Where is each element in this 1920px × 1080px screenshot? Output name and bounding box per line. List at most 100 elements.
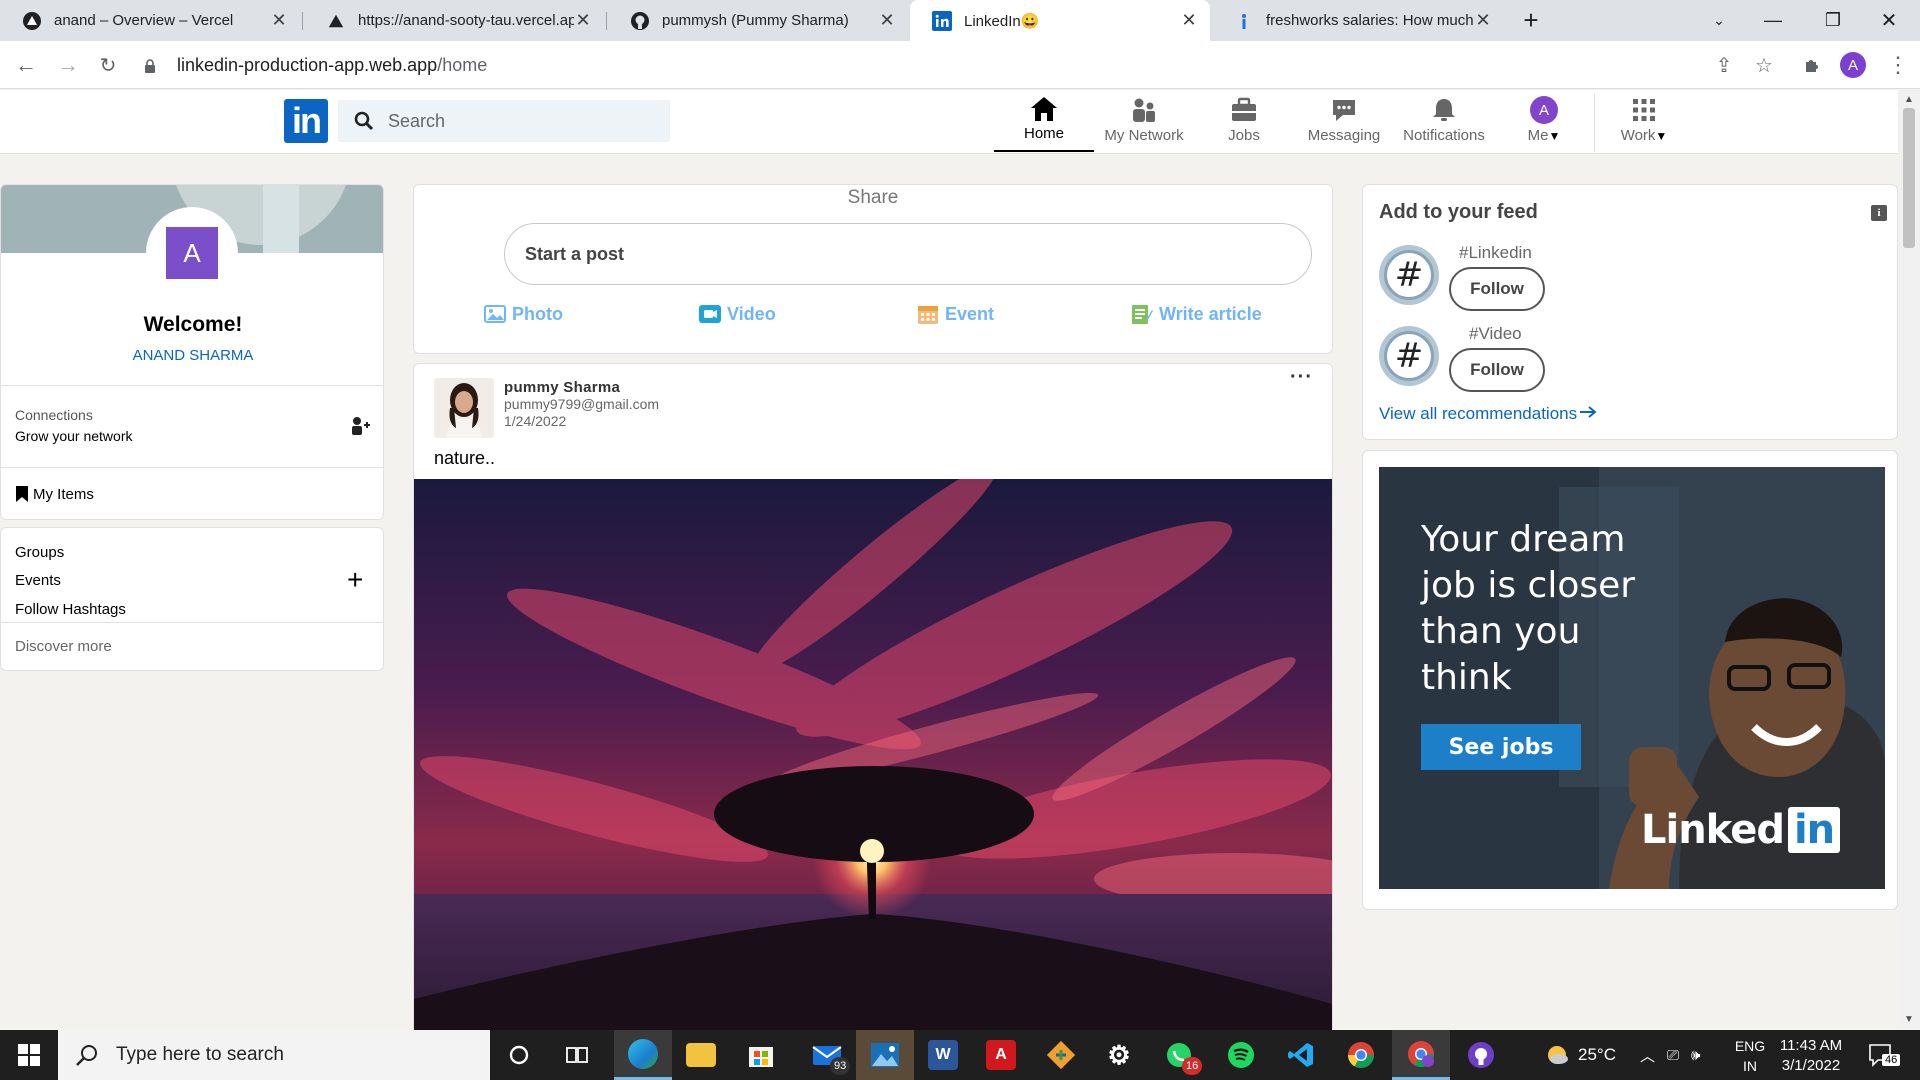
chrome-profile-icon[interactable]: [1392, 1030, 1450, 1080]
whatsapp-icon[interactable]: 16: [1150, 1030, 1208, 1080]
close-icon[interactable]: ✕: [1474, 10, 1492, 31]
nav-me[interactable]: A Me▼: [1494, 94, 1594, 152]
acrobat-icon[interactable]: A: [972, 1030, 1030, 1080]
profile-avatar[interactable]: A: [146, 207, 238, 299]
search-input[interactable]: [388, 110, 648, 132]
photos-icon[interactable]: [856, 1030, 914, 1080]
file-explorer-icon[interactable]: [672, 1030, 730, 1080]
post-author-avatar[interactable]: [434, 378, 494, 438]
minimize-icon[interactable]: —: [1750, 0, 1796, 41]
nav-jobs[interactable]: Jobs: [1194, 94, 1294, 152]
network-status-icon[interactable]: ⎚: [1667, 1047, 1679, 1064]
mail-icon[interactable]: 93: [798, 1030, 856, 1080]
linkedin-logo[interactable]: in: [284, 99, 328, 143]
language-indicator[interactable]: ENG IN: [1730, 1036, 1770, 1076]
more-options-icon[interactable]: ···: [1290, 366, 1313, 389]
events-link[interactable]: Events: [15, 572, 61, 589]
groups-link[interactable]: Groups: [15, 544, 64, 561]
address-bar[interactable]: linkedin-production-app.web.app/home: [177, 50, 487, 80]
share-article-button[interactable]: Write article: [1131, 303, 1262, 325]
browser-tab[interactable]: pummysh (Pummy Sharma) ✕: [608, 0, 908, 41]
taskbar-search-box[interactable]: Type here to search: [58, 1030, 490, 1080]
follow-button[interactable]: Follow: [1449, 348, 1545, 392]
post-image[interactable]: [414, 464, 1332, 1080]
browser-profile-avatar[interactable]: A: [1840, 52, 1866, 78]
user-name-link[interactable]: ANAND SHARMA: [1, 347, 383, 364]
reload-icon[interactable]: ↻: [92, 49, 124, 81]
browser-tab[interactable]: https://anand-sooty-tau.vercel.app ✕: [304, 0, 604, 41]
forward-arrow-icon[interactable]: →: [52, 49, 84, 81]
nav-label: Messaging: [1307, 127, 1381, 144]
microsoft-store-icon[interactable]: [732, 1030, 790, 1080]
scroll-down-icon[interactable]: ▼: [1904, 1014, 1914, 1025]
close-icon[interactable]: ✕: [574, 10, 592, 31]
see-jobs-button[interactable]: See jobs: [1421, 724, 1581, 770]
tab-title: pummysh (Pummy Sharma): [662, 12, 849, 29]
grow-network-link[interactable]: Grow your network: [15, 428, 132, 444]
browser-tab-active[interactable]: LinkedIn😀 ✕: [910, 0, 1210, 41]
vscode-icon[interactable]: [1272, 1030, 1330, 1080]
connections-label[interactable]: Connections: [15, 407, 93, 423]
share-page-icon[interactable]: ⇪: [1710, 51, 1738, 79]
chevron-up-icon[interactable]: ︿: [1640, 1045, 1655, 1066]
volume-icon[interactable]: 🕪: [1691, 1047, 1700, 1064]
share-event-button[interactable]: Event: [917, 303, 994, 325]
share-photo-button[interactable]: Photo: [484, 303, 563, 325]
browser-tab[interactable]: freshworks salaries: How much do ✕: [1212, 0, 1504, 41]
notification-center-icon[interactable]: 46: [1868, 1030, 1901, 1080]
close-window-icon[interactable]: ✕: [1866, 0, 1912, 41]
search-box[interactable]: [338, 100, 670, 142]
tab-search-icon[interactable]: ⌄: [1696, 0, 1742, 41]
follow-button[interactable]: Follow: [1449, 267, 1545, 311]
close-icon[interactable]: ✕: [1180, 10, 1198, 31]
lock-icon[interactable]: [142, 50, 158, 82]
divider: [1, 385, 383, 386]
nav-work[interactable]: Work▼: [1594, 94, 1694, 152]
extensions-icon[interactable]: [1798, 51, 1826, 79]
my-items-link[interactable]: My Items: [15, 485, 94, 503]
view-all-recommendations-link[interactable]: View all recommendations: [1379, 404, 1597, 424]
settings-gear-icon[interactable]: ⚙: [1090, 1030, 1148, 1080]
edge-browser-icon[interactable]: [614, 1030, 672, 1080]
nav-messaging[interactable]: Messaging: [1294, 94, 1394, 152]
spotify-icon[interactable]: [1212, 1030, 1270, 1080]
browser-tab[interactable]: anand – Overview – Vercel ✕: [0, 0, 300, 41]
page-scrollbar[interactable]: ▲ ▼: [1898, 90, 1920, 1030]
add-person-icon[interactable]: [349, 415, 371, 437]
welcome-heading: Welcome!: [143, 313, 243, 336]
share-video-button[interactable]: Video: [699, 303, 776, 325]
back-arrow-icon[interactable]: ←: [10, 49, 42, 81]
browser-menu-icon[interactable]: ⋮: [1884, 51, 1912, 79]
task-view-icon[interactable]: [548, 1030, 606, 1080]
discover-more-link[interactable]: Discover more: [15, 638, 112, 655]
new-tab-icon[interactable]: +: [1508, 0, 1554, 41]
nav-my-network[interactable]: My Network: [1094, 94, 1194, 152]
caret-down-icon: ▼: [1548, 129, 1561, 143]
chrome-icon[interactable]: [1332, 1030, 1390, 1080]
nav-home[interactable]: Home: [994, 94, 1094, 152]
info-icon[interactable]: i: [1871, 205, 1887, 221]
scroll-thumb[interactable]: [1903, 108, 1915, 248]
scroll-up-icon[interactable]: ▲: [1904, 94, 1914, 105]
github-desktop-icon[interactable]: [1452, 1030, 1510, 1080]
git-icon[interactable]: [1032, 1030, 1090, 1080]
windows-start-icon[interactable]: [0, 1030, 58, 1080]
maximize-icon[interactable]: ❐: [1810, 0, 1856, 41]
weather-widget[interactable]: 25°C: [1544, 1030, 1616, 1080]
nav-notifications[interactable]: Notifications: [1394, 94, 1494, 152]
follow-hashtags-link[interactable]: Follow Hashtags: [15, 601, 126, 618]
post-author-email: pummy9799@gmail.com: [504, 396, 660, 412]
post-author-name[interactable]: pummy Sharma: [504, 379, 620, 396]
add-event-icon[interactable]: +: [347, 566, 363, 594]
clock[interactable]: 11:43 AM 3/1/2022: [1766, 1036, 1856, 1076]
start-post-button[interactable]: Start a post: [504, 223, 1312, 285]
nav-label: Jobs: [1228, 127, 1260, 144]
close-icon[interactable]: ✕: [270, 10, 288, 31]
hashtag-name[interactable]: #Linkedin: [1459, 243, 1532, 263]
close-icon[interactable]: ✕: [878, 10, 896, 31]
hashtag-name[interactable]: #Video: [1469, 324, 1522, 344]
bookmark-star-icon[interactable]: ☆: [1750, 51, 1778, 79]
word-icon[interactable]: W: [914, 1030, 972, 1080]
cortana-icon[interactable]: [490, 1030, 548, 1080]
job-ad-banner[interactable]: Your dream job is closer than you think …: [1379, 467, 1885, 889]
